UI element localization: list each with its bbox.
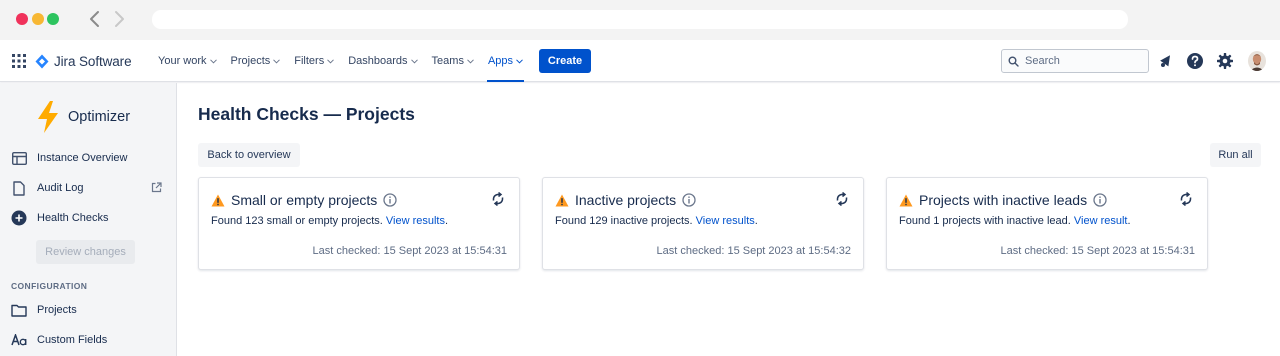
menu-label: Dashboards (348, 55, 408, 67)
sidebar-item-custom-fields[interactable]: Custom Fields (0, 327, 176, 353)
info-icon[interactable] (682, 193, 696, 207)
card-summary-text: Found 129 inactive projects. (555, 215, 693, 227)
menu-apps[interactable]: Apps (486, 40, 525, 82)
card-summary-period: . (1127, 215, 1131, 227)
menu-teams[interactable]: Teams (432, 40, 474, 82)
browser-chrome (0, 0, 1280, 40)
info-icon[interactable] (1093, 193, 1107, 207)
sidebar-item-projects[interactable]: Projects (0, 297, 176, 323)
address-bar[interactable] (152, 10, 1128, 29)
view-results-link[interactable]: View result (1074, 215, 1128, 227)
back-to-overview-button[interactable]: Back to overview (198, 143, 300, 167)
minimize-window-dot[interactable] (32, 13, 44, 25)
avatar-image-icon (1248, 51, 1266, 71)
back-arrow-icon[interactable] (86, 9, 104, 29)
card-summary-period: . (444, 215, 449, 227)
card-title: Projects with inactive leads (919, 192, 1088, 208)
menu-filters[interactable]: Filters (294, 40, 335, 82)
warning-icon (899, 194, 913, 206)
menu-label: Your work (158, 55, 207, 67)
jira-logo[interactable]: Jira Software (35, 53, 132, 69)
create-button[interactable]: Create (539, 49, 591, 73)
last-checked-timestamp: Last checked: 15 Sept 2023 at 15:54:31 (312, 245, 507, 257)
card-summary-text: Found 123 small or empty projects. (211, 215, 383, 227)
sidebar-item-label: Projects (37, 304, 77, 316)
chevron-down-icon (410, 58, 418, 64)
maximize-window-dot[interactable] (47, 13, 59, 25)
sidebar-item-label: Health Checks (37, 212, 109, 224)
warning-icon (211, 194, 225, 206)
card-summary: Found 123 small or empty projects. View … (211, 215, 448, 227)
sidebar-item-instance-overview[interactable]: Instance Overview (0, 145, 176, 171)
card-summary-period: . (754, 215, 758, 227)
refresh-icon[interactable] (491, 192, 505, 206)
sidebar-item-label: Audit Log (37, 182, 84, 194)
chevron-down-icon (327, 58, 335, 64)
page-title: Health Checks — Projects (198, 104, 415, 124)
main-menu: Your work Projects Filters Dashboards Te… (158, 40, 537, 82)
card-summary-text: Found 1 projects with inactive lead. (899, 215, 1071, 227)
card-title: Inactive projects (575, 192, 677, 208)
optimizer-brand[interactable]: Optimizer (36, 101, 130, 133)
review-changes-button[interactable]: Review changes (36, 240, 135, 264)
menu-label: Projects (230, 55, 271, 67)
sidebar-item-label: Custom Fields (37, 334, 108, 346)
view-results-link[interactable]: View results (386, 215, 445, 227)
text-format-icon (11, 332, 27, 348)
last-checked-timestamp: Last checked: 15 Sept 2023 at 15:54:32 (656, 245, 851, 257)
plus-circle-icon (11, 210, 27, 226)
card-summary: Found 1 projects with inactive lead. Vie… (899, 215, 1131, 227)
external-link-icon[interactable] (151, 182, 162, 193)
refresh-icon[interactable] (835, 192, 849, 206)
jira-diamond-icon (35, 54, 49, 68)
section-label-configuration: CONFIGURATION (11, 281, 88, 291)
notifications-icon[interactable] (1157, 52, 1175, 70)
view-results-link[interactable]: View results (696, 215, 755, 227)
health-check-card: Projects with inactive leads Found 1 pro… (886, 177, 1208, 270)
menu-label: Filters (294, 55, 325, 67)
chevron-down-icon (209, 58, 217, 64)
user-avatar[interactable] (1248, 51, 1266, 71)
last-checked-timestamp: Last checked: 15 Sept 2023 at 15:54:31 (1000, 245, 1195, 257)
sidebar: Optimizer Instance Overview Audit Log He… (0, 83, 177, 356)
chevron-down-icon (467, 58, 474, 64)
info-icon[interactable] (383, 193, 397, 207)
search-box[interactable] (1001, 49, 1149, 73)
forward-arrow-icon[interactable] (110, 9, 128, 29)
lightning-bolt-icon (38, 101, 58, 133)
top-navigation: Jira Software Your work Projects Filters… (0, 40, 1280, 82)
close-window-dot[interactable] (16, 13, 28, 25)
menu-label: Teams (431, 55, 464, 67)
apps-grid-icon[interactable] (12, 54, 26, 68)
app-name: Optimizer (68, 109, 131, 125)
search-input[interactable] (1025, 55, 1135, 67)
sidebar-item-health-checks[interactable]: Health Checks (0, 205, 176, 231)
product-name: Jira Software (54, 53, 132, 69)
warning-icon (555, 194, 569, 206)
sidebar-item-label: Instance Overview (37, 152, 128, 164)
chevron-down-icon (516, 58, 523, 64)
folder-icon (11, 302, 27, 318)
help-icon[interactable] (1186, 52, 1204, 70)
menu-projects[interactable]: Projects (231, 40, 281, 82)
menu-dashboards[interactable]: Dashboards (348, 40, 418, 82)
menu-label: Apps (487, 55, 514, 67)
run-all-button[interactable]: Run all (1210, 143, 1261, 167)
refresh-icon[interactable] (1179, 192, 1193, 206)
chevron-down-icon (273, 58, 281, 64)
card-title: Small or empty projects (231, 192, 378, 208)
menu-your-work[interactable]: Your work (158, 40, 217, 82)
settings-icon[interactable] (1216, 52, 1234, 70)
sidebar-item-audit-log[interactable]: Audit Log (0, 175, 176, 201)
table-icon (11, 150, 27, 166)
card-summary: Found 129 inactive projects. View result… (555, 215, 758, 227)
document-icon (11, 180, 27, 196)
health-check-card: Inactive projects Found 129 inactive pro… (542, 177, 864, 270)
search-icon (1008, 56, 1019, 67)
health-check-card: Small or empty projects Found 123 small … (198, 177, 520, 270)
